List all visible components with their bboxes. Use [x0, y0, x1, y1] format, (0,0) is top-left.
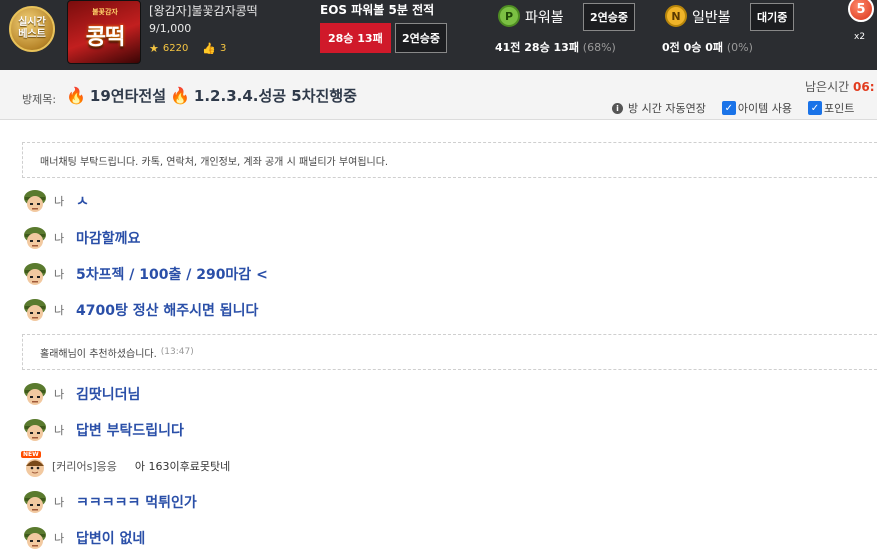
top-bar: 실시간 베스트 불꽃감자 콩떡 [왕감자]불꽃감자콩떡 9/1,000 ★ 62… [0, 0, 877, 70]
host-room-name[interactable]: [왕감자]불꽃감자콩떡 [149, 2, 258, 19]
chat-message[interactable]: 나 답변이 없네 [22, 523, 145, 549]
message-text: 김땃니더님 [76, 387, 141, 403]
star-icon: ★ [149, 42, 159, 55]
chat-message[interactable]: 나 답변 부탁드립니다 [22, 415, 184, 445]
item-use-label: 아이템 사용 [737, 102, 792, 115]
powerball-record: 41전 28승 13패 (68%) [495, 39, 616, 55]
message-text: ㅋㅋㅋㅋㅋ 먹튀인가 [76, 495, 197, 511]
points-label: 포인트 [823, 102, 855, 115]
eos-record-title: EOS 파워볼 5분 전적 [320, 3, 435, 17]
eos-streak-badge: 2연승중 [395, 23, 448, 53]
message-sender: 나 [54, 388, 65, 401]
recommend-text: 님이 추천하셨습니다. [67, 348, 157, 360]
room-header: 방제목: 🔥 19연타전설 🔥 1.2.3.4.성공 5차진행중 남은시간 06… [0, 70, 877, 120]
message-text: 4700탕 정산 해주시면 됩니다 [76, 303, 259, 319]
soldier-avatar-icon [22, 489, 48, 515]
remaining-time: 남은시간 06: [805, 78, 875, 95]
powerball-record-pct: (68%) [582, 41, 616, 54]
chat-message[interactable]: 나 김땃니더님 [22, 379, 140, 409]
soldier-avatar-icon [22, 381, 48, 407]
recommend-time: (13:47) [160, 347, 194, 357]
chat-message[interactable]: 나 ㅋㅋㅋㅋㅋ 먹튀인가 [22, 487, 197, 517]
soldier-avatar-icon [22, 297, 48, 323]
room-thumbnail[interactable]: 불꽃감자 콩떡 [67, 0, 141, 64]
soldier-avatar-icon [22, 225, 48, 251]
live-badge-line1: 실시간 [18, 17, 46, 28]
message-text: 마감할께요 [76, 231, 141, 247]
normalball-record-pct: (0%) [726, 41, 753, 54]
points-checkbox[interactable]: ✓ [807, 101, 822, 115]
chat-message[interactable]: 나 ㅅ [22, 186, 89, 216]
message-sender: 나 [54, 532, 65, 545]
message-text: 아 163이후료못탓네 [134, 460, 231, 473]
manner-notice: 매너채팅 부탁드립니다. 카톡, 연락처, 개인정보, 계좌 공개 시 패널티가… [22, 142, 877, 178]
message-sender: 나 [54, 424, 65, 437]
normalball-n-icon: N [665, 5, 687, 27]
chat-message-other[interactable]: NEW [커리어s]응응 아 163이후료못탓네 [21, 451, 231, 481]
room-title-part1: 19연타전설 [89, 87, 166, 105]
soldier-avatar-icon [22, 525, 48, 549]
powerball-streak-badge: 2연승중 [583, 3, 636, 31]
remaining-time-value: 06: [853, 80, 875, 94]
room-title: 🔥 19연타전설 🔥 1.2.3.4.성공 5차진행중 [66, 85, 357, 106]
viewer-count: 9/1,000 [149, 22, 192, 35]
chat-message[interactable]: 나 마감할께요 [22, 223, 140, 253]
powerball-record-text: 41전 28승 13패 [495, 41, 579, 54]
message-sender: 나 [54, 304, 65, 317]
message-sender: 나 [54, 496, 65, 509]
normalball-record: 0전 0승 0패 (0%) [662, 39, 753, 55]
soldier-avatar-icon [22, 188, 48, 214]
room-title-part2: 1.2.3.4.성공 5차진행중 [193, 87, 357, 105]
message-text: 답변 부탁드립니다 [76, 423, 184, 439]
multiplier-text: x2 [854, 32, 866, 42]
eos-record-badge: 28승 13패 [320, 23, 391, 53]
recommend-notice: 홀래해 님이 추천하셨습니다. (13:47) [22, 334, 877, 370]
room-title-label: 방제목: [22, 93, 57, 106]
live-badge-line2: 베스트 [18, 29, 46, 40]
room-options: i 방 시간 자동연장 ✓ 아이템 사용 ✓ 포인트 [612, 100, 854, 116]
info-icon[interactable]: i [612, 102, 623, 114]
normalball-record-text: 0전 0승 0패 [662, 41, 723, 54]
chat-area[interactable]: 매너채팅 부탁드립니다. 카톡, 연락처, 개인정보, 계좌 공개 시 패널티가… [0, 121, 877, 549]
powerball-label: 파워볼 [525, 10, 564, 26]
chat-message[interactable]: 나 4700탕 정산 해주시면 됩니다 [22, 295, 258, 325]
recommend-user[interactable]: 홀래해 [40, 345, 68, 360]
normalball-streak-badge: 대기중 [750, 3, 795, 31]
soldier-avatar-icon [22, 261, 48, 287]
multiplier-badge[interactable]: 5 [848, 0, 874, 22]
powerball-p-icon: P [498, 5, 520, 27]
live-best-badge[interactable]: 실시간 베스트 [9, 6, 55, 52]
normalball-label: 일반볼 [692, 10, 731, 26]
thumbnail-logo-text: 콩떡 [85, 25, 125, 50]
thumbs-up-icon: 👍 [202, 42, 217, 55]
remaining-time-label: 남은시간 [805, 80, 850, 94]
fire-icon: 🔥 [170, 86, 190, 105]
star-count: 6220 [162, 43, 189, 54]
fire-icon: 🔥 [66, 86, 86, 105]
message-sender: 나 [54, 195, 65, 208]
message-text: 5차프젝 / 100출 / 290마감 < [76, 267, 268, 283]
item-use-checkbox[interactable]: ✓ [721, 101, 736, 115]
message-text: ㅅ [76, 194, 89, 210]
like-count: 3 [220, 43, 227, 54]
soldier-avatar-icon [22, 417, 48, 443]
room-stats: ★ 6220 👍 3 [149, 42, 226, 55]
new-tag: NEW [21, 451, 41, 458]
message-sender[interactable]: [커리어s]응응 [52, 458, 117, 474]
thumbnail-caption: 불꽃감자 [92, 8, 118, 16]
chat-message[interactable]: 나 5차프젝 / 100출 / 290마감 < [22, 259, 268, 289]
message-sender: 나 [54, 268, 65, 281]
message-text: 답변이 없네 [76, 531, 146, 547]
user-avatar-icon: NEW [21, 451, 48, 479]
message-sender: 나 [54, 232, 65, 245]
auto-extend-label: 방 시간 자동연장 [628, 102, 706, 115]
